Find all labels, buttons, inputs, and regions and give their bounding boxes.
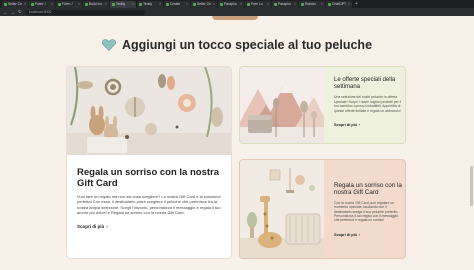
close-icon[interactable]: ×	[78, 2, 80, 6]
favicon-icon	[4, 2, 7, 6]
gift-card-title: Regala un sorriso con la nostra Gift Car…	[77, 167, 220, 189]
url-field[interactable]: localhost:3000	[24, 9, 145, 15]
browser-tab[interactable]: Seller Ce ×	[191, 0, 217, 8]
chevron-right-icon: ›	[106, 224, 108, 230]
favicon-icon	[274, 2, 277, 6]
close-icon[interactable]: ×	[213, 2, 215, 6]
scrollbar-thumb[interactable]	[470, 166, 473, 206]
close-icon[interactable]: ×	[240, 2, 242, 6]
forward-icon[interactable]: →	[11, 10, 16, 15]
browser-tab[interactable]: ChatGPT ×	[326, 0, 352, 8]
browser-tab[interactable]: Roboto ×	[299, 0, 325, 8]
offers-discover-link[interactable]: Scopri di più ›	[334, 123, 360, 127]
browser-tab[interactable]: Seller Ce ×	[2, 0, 28, 8]
new-tab-icon[interactable]: +	[355, 1, 358, 7]
browser-tab[interactable]: Fiverr / ×	[56, 0, 82, 8]
reload-icon[interactable]: ↻	[18, 9, 22, 15]
gift-card-small-discover-link[interactable]: Scopri di più ›	[334, 233, 360, 237]
close-icon[interactable]: ×	[24, 2, 26, 6]
favicon-icon	[247, 2, 250, 6]
favicon-icon	[112, 2, 115, 6]
favicon-icon	[31, 2, 34, 6]
close-icon[interactable]: ×	[267, 2, 269, 6]
close-icon[interactable]: ×	[132, 2, 134, 6]
gift-card-body: Regala un sorriso con la nostra Gift Car…	[77, 167, 223, 233]
browser-tab[interactable]: Parapho ×	[272, 0, 298, 8]
close-icon[interactable]: ×	[294, 2, 296, 6]
browser-tab[interactable]: Create ×	[164, 0, 190, 8]
favicon-icon	[301, 2, 304, 6]
close-icon[interactable]: ×	[321, 2, 323, 6]
close-icon[interactable]: ×	[51, 2, 53, 6]
favicon-icon	[220, 2, 223, 6]
offers-card: Le offerte speciali della settimana Una …	[239, 66, 406, 144]
favicon-icon	[139, 2, 142, 6]
favicon-icon	[85, 2, 88, 6]
nursery-wall-image	[67, 67, 231, 155]
chevron-right-icon: ›	[359, 232, 361, 237]
offers-title: Le offerte speciali della settimana	[334, 77, 396, 91]
gift-card-feature: Regala un sorriso con la nostra Gift Car…	[66, 66, 232, 259]
favicon-icon	[193, 2, 196, 6]
favicon-icon	[166, 2, 169, 6]
address-bar: ← → ↻ localhost:3000	[0, 8, 474, 16]
browser-tab[interactable]: Fiverr / ×	[29, 0, 55, 8]
mountain-wall-image	[240, 67, 330, 143]
browser-tab[interactable]: Parapho ×	[218, 0, 244, 8]
chevron-right-icon: ›	[359, 123, 361, 128]
close-icon[interactable]: ×	[105, 2, 107, 6]
offers-body: Le offerte speciali della settimana Una …	[334, 77, 402, 131]
browser-tab-active[interactable]: Teddy ×	[110, 0, 136, 8]
page-content: Aggiungi un tocco speciale al tuo peluch…	[0, 16, 474, 270]
section-heading: Aggiungi un tocco speciale al tuo peluch…	[0, 38, 474, 52]
browser-tab[interactable]: Free Lo ×	[245, 0, 271, 8]
favicon-icon	[328, 2, 331, 6]
heart-icon	[102, 39, 116, 51]
browser-tab[interactable]: Teddy ×	[137, 0, 163, 8]
browser-tab-bar: Seller Ce × Fiverr / × Fiverr / × Build mo ×…	[0, 0, 474, 8]
gift-card-description: Vuoi fare un regalo ma non sai cosa sceg…	[77, 194, 221, 215]
giraffe-nursery-image	[240, 160, 324, 258]
close-icon[interactable]: ×	[348, 2, 350, 6]
offers-description: Una selezione dei nostri peluche in offe…	[334, 95, 402, 113]
favicon-icon	[58, 2, 61, 6]
gift-card-small-title: Regala un sorriso con la nostra Gift Car…	[334, 182, 402, 197]
close-icon[interactable]: ×	[186, 2, 188, 6]
browser-tab[interactable]: Build mo ×	[83, 0, 109, 8]
close-icon[interactable]: ×	[159, 2, 161, 6]
gift-card-small: Regala un sorriso con la nostra Gift Car…	[239, 159, 406, 259]
page-title: Aggiungi un tocco speciale al tuo peluch…	[121, 38, 373, 52]
top-decoration	[212, 16, 258, 20]
gift-card-discover-link[interactable]: Scopri di più ›	[77, 224, 108, 229]
gift-card-small-description: Con la nostra Gift Card puoi regalare un…	[334, 200, 399, 223]
back-icon[interactable]: ←	[3, 10, 8, 15]
gift-card-small-body: Regala un sorriso con la nostra Gift Car…	[334, 182, 402, 241]
